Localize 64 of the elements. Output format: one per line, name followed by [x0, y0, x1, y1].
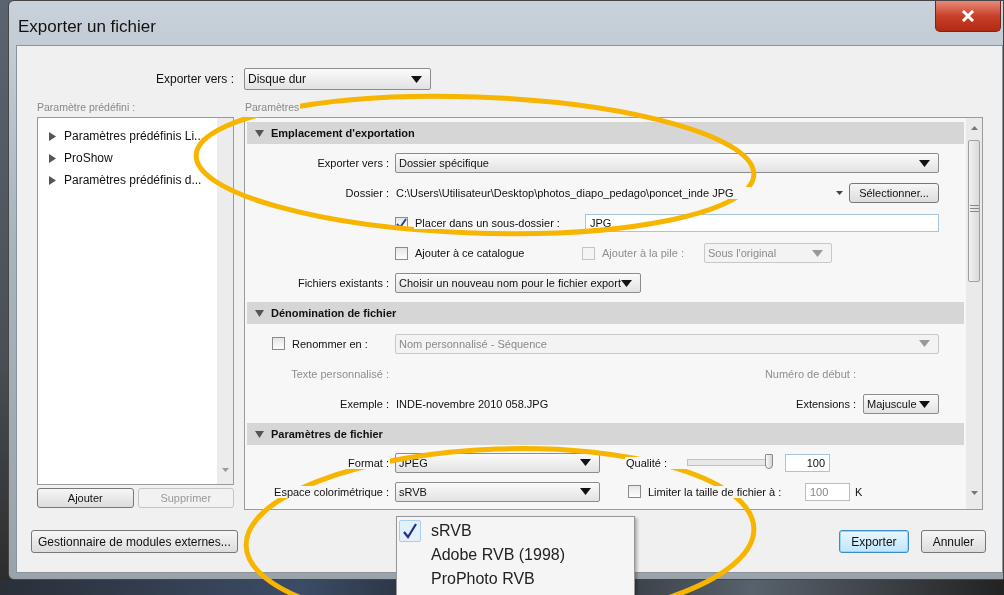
caret-icon [919, 340, 930, 347]
label: Exporter vers : [316, 157, 390, 169]
caret-icon [621, 279, 632, 287]
scroll-down-arrow-icon [221, 468, 229, 472]
close-button[interactable] [935, 1, 1001, 32]
tree-item[interactable]: ProShow [48, 147, 217, 169]
label: Qualité : [625, 456, 687, 469]
section-header[interactable]: Emplacement d'exportation [247, 122, 964, 144]
checkbox[interactable] [395, 246, 408, 260]
label: Paramètres [244, 101, 301, 117]
button[interactable]: Annuler [920, 530, 986, 553]
label: Fichiers existants : [296, 277, 390, 289]
button[interactable]: Exporter [839, 530, 909, 553]
dropdown[interactable]: Disque dur [244, 68, 431, 90]
button[interactable]: Ajouter [37, 488, 134, 508]
caret-icon [919, 400, 930, 408]
scroll-down-arrow-icon [970, 491, 978, 495]
caret-icon [919, 159, 930, 167]
checkbox-label: Ajouter à ce catalogue [414, 247, 526, 259]
scroll-up-arrow-icon [970, 126, 978, 130]
close-icon [961, 10, 975, 22]
dropdown[interactable]: sRVB [395, 481, 600, 502]
checkbox[interactable] [272, 337, 285, 350]
input-field[interactable]: JPG [585, 214, 939, 232]
label: Exemple : [339, 398, 390, 410]
caret-icon [580, 488, 591, 495]
section-header[interactable]: Paramètres de fichier [247, 423, 964, 445]
label: Format : [347, 456, 390, 469]
tree-item[interactable]: Paramètres prédéfinis d... [48, 169, 217, 191]
menu-item[interactable]: ProPhoto RVB [399, 567, 634, 591]
label: Extensions : [795, 398, 857, 410]
label: Dossier : [344, 187, 390, 199]
window-title: Exporter un fichier [18, 17, 156, 37]
label: Numéro de début : [763, 368, 857, 380]
menu-item[interactable]: Adobe RVB (1998) [399, 543, 634, 567]
label: Texte personnalisé : [290, 368, 390, 380]
input-field[interactable]: 100 [785, 453, 830, 472]
dropdown[interactable]: Dossier spécifique [395, 153, 939, 173]
menu-item[interactable]: sRVB [399, 519, 634, 543]
label: K [854, 485, 864, 498]
checkbox-label: Placer dans un sous-dossier : [414, 217, 561, 229]
section-header[interactable]: Dénomination de fichier [247, 302, 964, 324]
scrollbar[interactable] [966, 118, 982, 509]
caret-icon [411, 75, 422, 83]
label: Espace colorimétrique : [273, 485, 390, 498]
label: Exporter vers : [154, 72, 234, 86]
caret-icon [580, 459, 591, 466]
checkbox[interactable] [628, 485, 641, 498]
checkbox-label: Limiter la taille de fichier à : [647, 485, 783, 498]
label: Paramètre prédéfini : [37, 101, 137, 115]
checkbox-label: Renommer en : [292, 337, 368, 350]
checkbox-label: Ajouter à la pile : [601, 247, 685, 259]
label: INDE-novembre 2010 058.JPG [395, 398, 550, 410]
grip-icon [969, 205, 979, 212]
button[interactable]: Sélectionner... [849, 183, 939, 203]
slider[interactable] [687, 455, 770, 470]
dropdown[interactable]: Choisir un nouveau nom pour le fichier export [395, 273, 641, 293]
button[interactable]: Gestionnaire de modules externes... [31, 530, 238, 553]
caret-icon[interactable] [836, 191, 843, 195]
dropdown[interactable]: Majuscule [863, 394, 939, 414]
caret-icon [812, 249, 823, 257]
scroll-thumb[interactable] [968, 140, 980, 282]
scrollbar[interactable] [217, 118, 233, 484]
tree-item[interactable]: Paramètres prédéfinis Li... [48, 125, 217, 147]
